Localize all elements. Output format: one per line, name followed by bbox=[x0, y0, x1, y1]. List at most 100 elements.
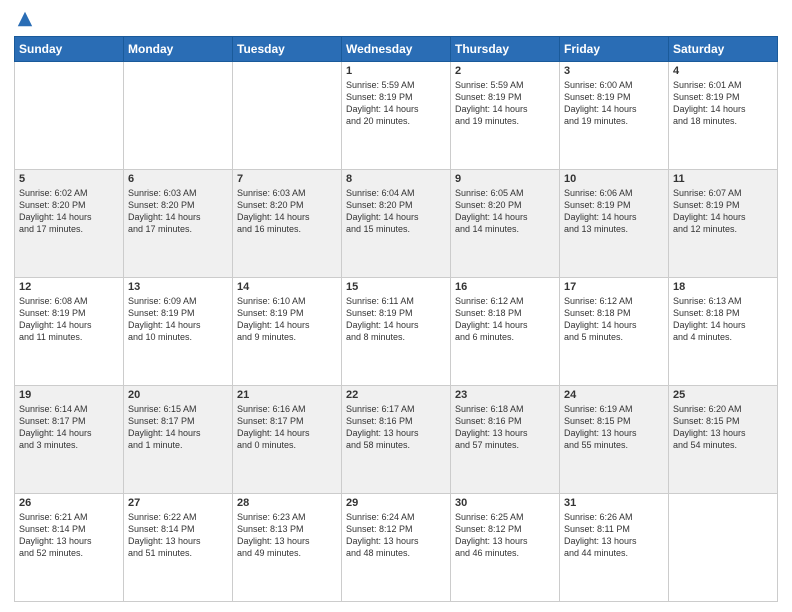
calendar-day-cell: 4 Sunrise: 6:01 AM Sunset: 8:19 PM Daylig… bbox=[669, 62, 778, 170]
calendar-day-cell: 6 Sunrise: 6:03 AM Sunset: 8:20 PM Daylig… bbox=[124, 170, 233, 278]
day-number: 31 bbox=[564, 497, 664, 509]
calendar-day-cell: 22 Sunrise: 6:17 AM Sunset: 8:16 PM Dayli… bbox=[342, 386, 451, 494]
day-info: Sunrise: 6:11 AM Sunset: 8:19 PM Dayligh… bbox=[346, 295, 446, 344]
day-info: Sunrise: 6:15 AM Sunset: 8:17 PM Dayligh… bbox=[128, 403, 228, 452]
logo bbox=[14, 10, 34, 28]
day-info: Sunrise: 6:01 AM Sunset: 8:19 PM Dayligh… bbox=[673, 79, 773, 128]
day-number: 5 bbox=[19, 173, 119, 185]
day-number: 20 bbox=[128, 389, 228, 401]
day-info: Sunrise: 6:02 AM Sunset: 8:20 PM Dayligh… bbox=[19, 187, 119, 236]
day-number: 26 bbox=[19, 497, 119, 509]
calendar-day-cell: 16 Sunrise: 6:12 AM Sunset: 8:18 PM Dayli… bbox=[451, 278, 560, 386]
day-info: Sunrise: 6:00 AM Sunset: 8:19 PM Dayligh… bbox=[564, 79, 664, 128]
day-number: 3 bbox=[564, 65, 664, 77]
day-info: Sunrise: 6:12 AM Sunset: 8:18 PM Dayligh… bbox=[455, 295, 555, 344]
calendar-day-header: Sunday bbox=[15, 37, 124, 62]
day-info: Sunrise: 6:07 AM Sunset: 8:19 PM Dayligh… bbox=[673, 187, 773, 236]
day-info: Sunrise: 6:04 AM Sunset: 8:20 PM Dayligh… bbox=[346, 187, 446, 236]
day-number: 27 bbox=[128, 497, 228, 509]
day-number: 14 bbox=[237, 281, 337, 293]
calendar-day-cell: 29 Sunrise: 6:24 AM Sunset: 8:12 PM Dayli… bbox=[342, 494, 451, 602]
calendar-day-cell: 30 Sunrise: 6:25 AM Sunset: 8:12 PM Dayli… bbox=[451, 494, 560, 602]
calendar-day-cell bbox=[669, 494, 778, 602]
logo-icon bbox=[16, 10, 34, 28]
day-number: 29 bbox=[346, 497, 446, 509]
calendar-day-cell: 19 Sunrise: 6:14 AM Sunset: 8:17 PM Dayli… bbox=[15, 386, 124, 494]
day-info: Sunrise: 6:13 AM Sunset: 8:18 PM Dayligh… bbox=[673, 295, 773, 344]
day-info: Sunrise: 6:03 AM Sunset: 8:20 PM Dayligh… bbox=[237, 187, 337, 236]
day-info: Sunrise: 6:21 AM Sunset: 8:14 PM Dayligh… bbox=[19, 511, 119, 560]
calendar-day-cell: 23Sunrise: 6:18 AM Sunset: 8:16 PM Dayli… bbox=[451, 386, 560, 494]
day-number: 4 bbox=[673, 65, 773, 77]
day-number: 2 bbox=[455, 65, 555, 77]
day-number: 22 bbox=[346, 389, 446, 401]
calendar-day-cell: 7 Sunrise: 6:03 AM Sunset: 8:20 PM Daylig… bbox=[233, 170, 342, 278]
calendar-day-cell bbox=[15, 62, 124, 170]
calendar-day-cell: 13Sunrise: 6:09 AM Sunset: 8:19 PM Dayli… bbox=[124, 278, 233, 386]
day-number: 8 bbox=[346, 173, 446, 185]
day-info: Sunrise: 6:24 AM Sunset: 8:12 PM Dayligh… bbox=[346, 511, 446, 560]
calendar-day-header: Monday bbox=[124, 37, 233, 62]
calendar-week-row: 19 Sunrise: 6:14 AM Sunset: 8:17 PM Dayli… bbox=[15, 386, 778, 494]
calendar-day-cell: 10Sunrise: 6:06 AM Sunset: 8:19 PM Dayli… bbox=[560, 170, 669, 278]
day-info: Sunrise: 6:26 AM Sunset: 8:11 PM Dayligh… bbox=[564, 511, 664, 560]
calendar-day-header: Thursday bbox=[451, 37, 560, 62]
calendar-day-cell: 3 Sunrise: 6:00 AM Sunset: 8:19 PM Daylig… bbox=[560, 62, 669, 170]
page: SundayMondayTuesdayWednesdayThursdayFrid… bbox=[0, 0, 792, 612]
calendar-week-row: 26 Sunrise: 6:21 AM Sunset: 8:14 PM Dayli… bbox=[15, 494, 778, 602]
day-number: 23 bbox=[455, 389, 555, 401]
day-info: Sunrise: 6:10 AM Sunset: 8:19 PM Dayligh… bbox=[237, 295, 337, 344]
calendar-day-header: Friday bbox=[560, 37, 669, 62]
day-info: Sunrise: 6:25 AM Sunset: 8:12 PM Dayligh… bbox=[455, 511, 555, 560]
calendar-day-cell: 25 Sunrise: 6:20 AM Sunset: 8:15 PM Dayli… bbox=[669, 386, 778, 494]
day-info: Sunrise: 6:09 AM Sunset: 8:19 PM Dayligh… bbox=[128, 295, 228, 344]
day-number: 17 bbox=[564, 281, 664, 293]
calendar-day-cell: 15 Sunrise: 6:11 AM Sunset: 8:19 PM Dayli… bbox=[342, 278, 451, 386]
day-info: Sunrise: 6:14 AM Sunset: 8:17 PM Dayligh… bbox=[19, 403, 119, 452]
day-info: Sunrise: 6:16 AM Sunset: 8:17 PM Dayligh… bbox=[237, 403, 337, 452]
calendar-day-cell: 1 Sunrise: 5:59 AM Sunset: 8:19 PM Daylig… bbox=[342, 62, 451, 170]
calendar-day-cell: 18Sunrise: 6:13 AM Sunset: 8:18 PM Dayli… bbox=[669, 278, 778, 386]
calendar-day-cell: 8 Sunrise: 6:04 AM Sunset: 8:20 PM Daylig… bbox=[342, 170, 451, 278]
day-number: 15 bbox=[346, 281, 446, 293]
calendar-day-cell: 12Sunrise: 6:08 AM Sunset: 8:19 PM Dayli… bbox=[15, 278, 124, 386]
calendar-day-cell: 24Sunrise: 6:19 AM Sunset: 8:15 PM Dayli… bbox=[560, 386, 669, 494]
calendar-week-row: 5 Sunrise: 6:02 AM Sunset: 8:20 PM Daylig… bbox=[15, 170, 778, 278]
day-number: 16 bbox=[455, 281, 555, 293]
calendar-table: SundayMondayTuesdayWednesdayThursdayFrid… bbox=[14, 36, 778, 602]
calendar-day-cell: 14 Sunrise: 6:10 AM Sunset: 8:19 PM Dayli… bbox=[233, 278, 342, 386]
day-number: 21 bbox=[237, 389, 337, 401]
day-info: Sunrise: 6:03 AM Sunset: 8:20 PM Dayligh… bbox=[128, 187, 228, 236]
calendar-day-cell: 17 Sunrise: 6:12 AM Sunset: 8:18 PM Dayli… bbox=[560, 278, 669, 386]
calendar-day-cell: 21 Sunrise: 6:16 AM Sunset: 8:17 PM Dayli… bbox=[233, 386, 342, 494]
calendar-day-cell: 26 Sunrise: 6:21 AM Sunset: 8:14 PM Dayli… bbox=[15, 494, 124, 602]
header bbox=[14, 10, 778, 28]
day-number: 28 bbox=[237, 497, 337, 509]
day-number: 30 bbox=[455, 497, 555, 509]
calendar-day-cell: 5 Sunrise: 6:02 AM Sunset: 8:20 PM Daylig… bbox=[15, 170, 124, 278]
calendar-day-cell: 2 Sunrise: 5:59 AM Sunset: 8:19 PM Daylig… bbox=[451, 62, 560, 170]
day-number: 24 bbox=[564, 389, 664, 401]
calendar-day-header: Wednesday bbox=[342, 37, 451, 62]
day-number: 19 bbox=[19, 389, 119, 401]
calendar-header-row: SundayMondayTuesdayWednesdayThursdayFrid… bbox=[15, 37, 778, 62]
calendar-day-cell bbox=[233, 62, 342, 170]
calendar-day-cell: 11 Sunrise: 6:07 AM Sunset: 8:19 PM Dayli… bbox=[669, 170, 778, 278]
day-info: Sunrise: 6:17 AM Sunset: 8:16 PM Dayligh… bbox=[346, 403, 446, 452]
day-number: 1 bbox=[346, 65, 446, 77]
calendar-day-header: Saturday bbox=[669, 37, 778, 62]
day-number: 7 bbox=[237, 173, 337, 185]
day-number: 25 bbox=[673, 389, 773, 401]
day-info: Sunrise: 6:08 AM Sunset: 8:19 PM Dayligh… bbox=[19, 295, 119, 344]
day-info: Sunrise: 5:59 AM Sunset: 8:19 PM Dayligh… bbox=[455, 79, 555, 128]
calendar-day-cell: 9Sunrise: 6:05 AM Sunset: 8:20 PM Daylig… bbox=[451, 170, 560, 278]
day-number: 6 bbox=[128, 173, 228, 185]
day-info: Sunrise: 5:59 AM Sunset: 8:19 PM Dayligh… bbox=[346, 79, 446, 128]
day-info: Sunrise: 6:12 AM Sunset: 8:18 PM Dayligh… bbox=[564, 295, 664, 344]
day-info: Sunrise: 6:05 AM Sunset: 8:20 PM Dayligh… bbox=[455, 187, 555, 236]
day-info: Sunrise: 6:22 AM Sunset: 8:14 PM Dayligh… bbox=[128, 511, 228, 560]
day-info: Sunrise: 6:20 AM Sunset: 8:15 PM Dayligh… bbox=[673, 403, 773, 452]
day-number: 11 bbox=[673, 173, 773, 185]
calendar-day-cell: 31 Sunrise: 6:26 AM Sunset: 8:11 PM Dayli… bbox=[560, 494, 669, 602]
calendar-day-header: Tuesday bbox=[233, 37, 342, 62]
